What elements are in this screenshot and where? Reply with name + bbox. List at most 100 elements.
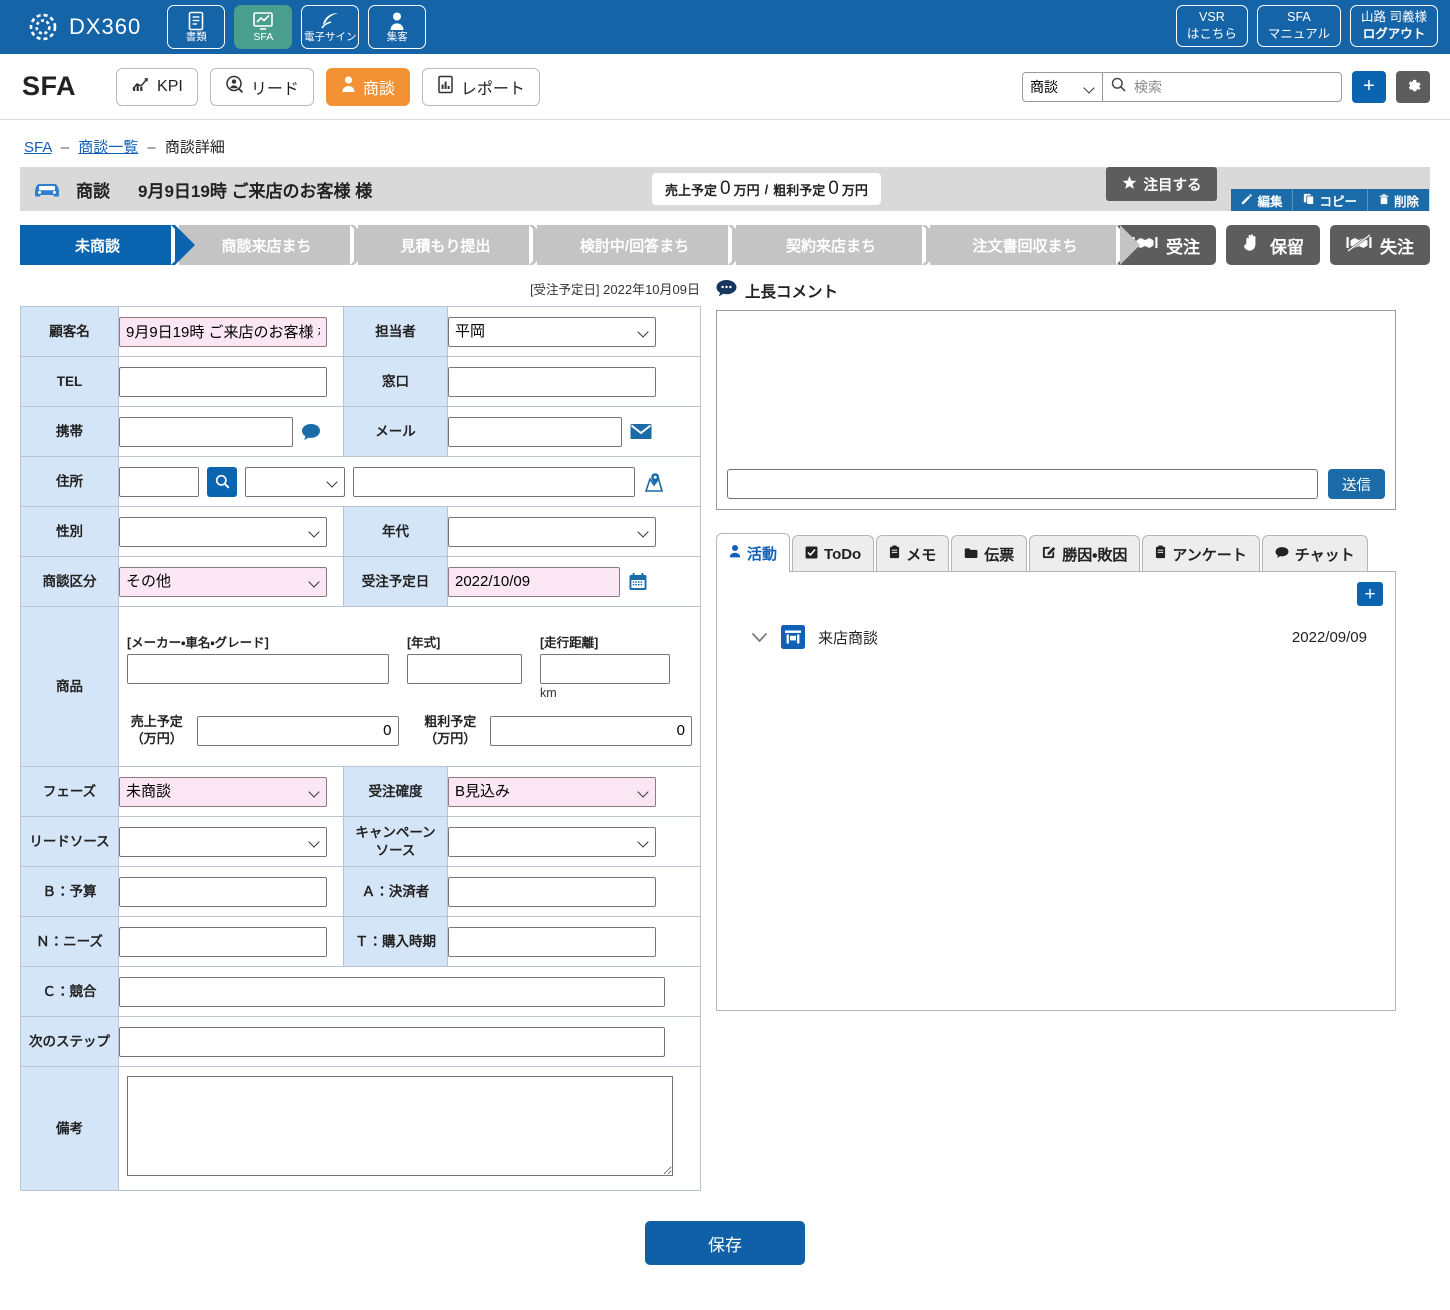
tab-slip[interactable]: 伝票 [951,535,1028,572]
save-button[interactable]: 保存 [645,1221,805,1265]
tab-label: 伝票 [984,546,1015,564]
breadcrumb-link-sfa[interactable]: SFA [24,139,52,156]
settings-gear-button[interactable] [1396,70,1430,103]
competitor-input[interactable] [119,976,665,1007]
lost-label: 失注 [1380,237,1414,257]
tab-win-loss[interactable]: 勝因・敗因 [1029,535,1141,572]
cell-owner: 平岡 [447,306,701,357]
form-row-customer: 顧客名 担当者 平岡 [20,306,701,357]
tab-kpi[interactable]: KPI [116,67,198,106]
send-comment-button[interactable]: 送信 [1328,469,1385,499]
zip-search-button[interactable] [207,466,237,497]
phase-step-3[interactable]: 検討中/回答まち [537,225,752,265]
delete-button[interactable]: 削除 [1367,189,1429,211]
maker-field-group: [メーカー・車名・グレード] [127,626,389,700]
activity-tabs: 活動 ToDo メモ 伝票 勝因・敗因 アンケート チャット [716,532,1396,572]
search-scope-select[interactable]: 商談 [1022,71,1102,102]
age-select[interactable] [448,516,656,547]
nav-search-area: 商談 + [1022,70,1430,103]
sales-plan-line2: （万円） [130,730,183,746]
tel-input[interactable] [119,366,327,397]
map-pin-icon[interactable] [643,471,665,493]
edit-button-group: 編集 コピー 削除 [1231,189,1429,211]
address-zip-input[interactable] [119,466,199,497]
app-button-marketing[interactable]: 集客 [368,5,427,49]
calendar-icon[interactable] [628,572,648,592]
contact-input[interactable] [448,366,656,397]
activity-date: 2022/09/09 [1291,628,1367,646]
vsr-link-button[interactable]: VSR はこちら [1175,5,1248,47]
envelope-icon[interactable] [630,423,652,440]
lost-button[interactable]: 失注 [1330,225,1430,265]
timing-input[interactable] [448,926,656,957]
order-date-input[interactable] [448,566,620,597]
phase-step-5[interactable]: 注文書回収まち [930,225,1140,265]
mail-input[interactable] [448,416,622,447]
phase-step-2[interactable]: 見積もり提出 [358,225,553,265]
hold-button[interactable]: 保留 [1226,225,1320,265]
label-gender: 性別 [20,506,119,557]
address-pref-select[interactable] [245,466,345,497]
form-row-product: 商品 [メーカー・車名・グレード] [年式] [走行距離] km 売上予定 （万… [20,606,701,767]
phase-step-4[interactable]: 契約来店まち [736,225,946,265]
phase-select[interactable]: 未商談 [119,776,327,807]
lead-source-select[interactable] [119,826,327,857]
tab-todo[interactable]: ToDo [792,535,875,572]
app-button-documents[interactable]: 書類 [167,5,226,49]
feather-pen-icon [319,11,341,31]
lead-source-select-wrap [119,826,327,857]
breadcrumb-link-deal-list[interactable]: 商談一覧 [78,139,138,156]
phase-step-1[interactable]: 商談来店まち [179,225,374,265]
maker-input[interactable] [127,654,389,685]
supervisor-comment-box: 送信 [716,310,1396,510]
sms-bubble-icon[interactable] [301,423,321,441]
chat-icon [1275,546,1289,563]
app-button-esign[interactable]: 電子サイン [301,5,360,49]
deal-type-select[interactable]: その他 [119,566,327,597]
needs-input[interactable] [119,926,327,957]
tab-report[interactable]: レポート [421,67,540,106]
watch-button[interactable]: 注目する [1106,167,1218,201]
authority-input[interactable] [448,876,656,907]
tab-survey[interactable]: アンケート [1142,535,1260,572]
app-button-sfa[interactable]: SFA [234,5,293,49]
cell-remarks [118,1066,701,1191]
tab-lead[interactable]: リード [209,67,314,106]
copy-button[interactable]: コピー [1293,189,1368,211]
tab-chat[interactable]: チャット [1261,535,1368,572]
next-step-input[interactable] [119,1026,665,1057]
mobile-input[interactable] [119,416,293,447]
campaign-source-line1: キャンペーン [355,824,436,840]
sales-plan-input[interactable] [196,715,399,746]
label-order-date: 受注予定日 [343,556,448,607]
remarks-textarea[interactable] [127,1076,673,1176]
search-box[interactable] [1102,71,1342,102]
add-record-button[interactable]: + [1352,70,1386,103]
owner-select[interactable]: 平岡 [448,316,656,347]
chevron-down-icon[interactable] [751,628,768,647]
profit-plan-input[interactable] [490,715,692,746]
tab-activity[interactable]: 活動 [716,533,791,572]
tab-memo[interactable]: メモ [876,535,950,572]
year-input[interactable] [407,654,522,685]
gender-select[interactable] [119,516,327,547]
probability-select[interactable]: B見込み [448,776,656,807]
label-budget: Ｂ：予算 [20,866,119,917]
app-button-label: SFA [253,31,274,44]
app-switcher: 書類 SFA 電子サイン 集客 [167,5,427,49]
logout-button[interactable]: 山路 司義様 ログアウト [1350,5,1438,47]
search-input[interactable] [1132,77,1333,96]
tab-deals[interactable]: 商談 [325,67,410,106]
profit-plan-amount: 0 [828,178,839,199]
mileage-input[interactable] [540,654,670,685]
edit-button[interactable]: 編集 [1231,189,1294,211]
phase-step-0[interactable]: 未商談 [20,225,195,265]
supervisor-comment-input[interactable] [727,469,1318,499]
campaign-source-select[interactable] [448,826,656,857]
customer-name-input[interactable] [119,316,327,347]
budget-input[interactable] [119,876,327,907]
sfa-manual-button[interactable]: SFA マニュアル [1256,5,1342,47]
add-activity-button[interactable]: + [1357,582,1383,606]
address-rest-input[interactable] [353,466,635,497]
activity-list-item[interactable]: 来店商談 2022/09/09 [731,624,1381,650]
